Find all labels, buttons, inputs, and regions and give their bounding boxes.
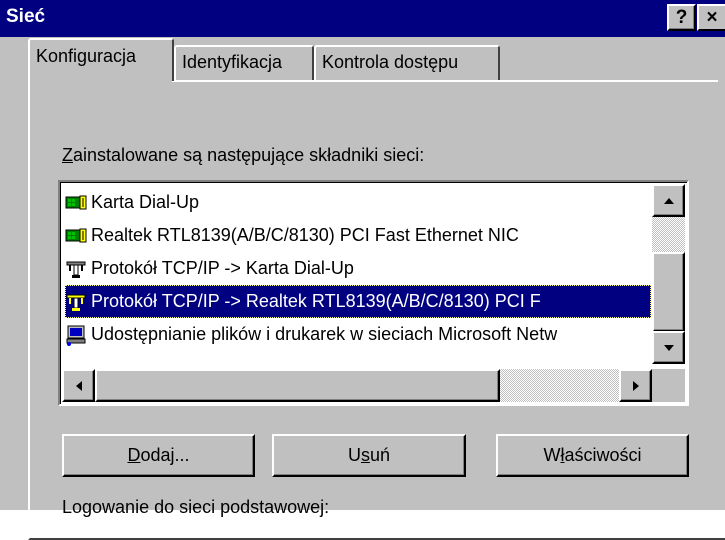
window-title: Sieć bbox=[6, 6, 46, 27]
title-bar[interactable]: Sieć ? × bbox=[0, 0, 725, 37]
tab-konfiguracja[interactable]: Konfiguracja bbox=[28, 38, 174, 81]
tab-identyfikacja[interactable]: Identyfikacja bbox=[174, 45, 314, 81]
close-button[interactable]: × bbox=[697, 4, 725, 31]
tab-kontrola-dostepu[interactable]: Kontrola dostępu bbox=[314, 45, 500, 81]
tab-panel bbox=[28, 80, 725, 540]
help-button[interactable]: ? bbox=[667, 4, 696, 31]
